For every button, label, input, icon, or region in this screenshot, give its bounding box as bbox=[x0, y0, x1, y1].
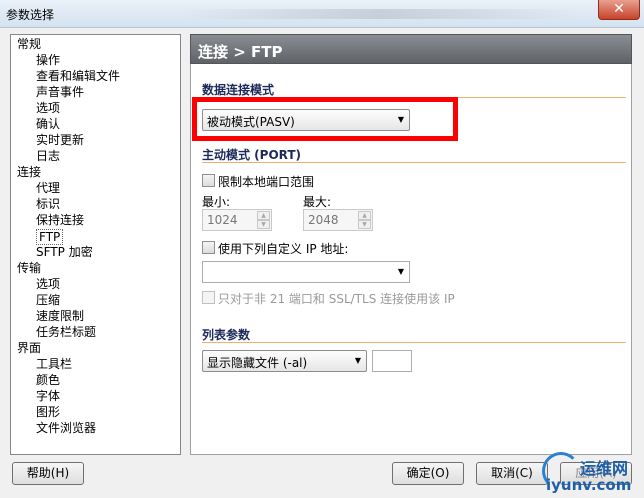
spin-up-icon[interactable]: ▲ bbox=[358, 211, 371, 220]
tree-item[interactable]: 颜色 bbox=[36, 373, 60, 387]
min-port-value: 1024 bbox=[207, 213, 238, 227]
max-port-value: 2048 bbox=[308, 213, 339, 227]
tree-category[interactable]: 传输 bbox=[17, 261, 41, 275]
tree-item[interactable]: 选项 bbox=[36, 101, 60, 115]
tree-item[interactable]: 声音事件 bbox=[36, 85, 84, 99]
limit-port-range-checkbox[interactable] bbox=[202, 174, 215, 187]
custom-ip-dropdown[interactable]: ▼ bbox=[202, 261, 410, 283]
list-params-dropdown[interactable]: 显示隐藏文件 (-al) ▼ bbox=[202, 350, 367, 372]
tree-item[interactable]: 日志 bbox=[36, 149, 60, 163]
chevron-down-icon: ▼ bbox=[354, 356, 361, 365]
tree-item[interactable]: 图形 bbox=[36, 405, 60, 419]
tree-category[interactable]: 常规 bbox=[17, 37, 41, 51]
tree-item[interactable]: 实时更新 bbox=[36, 133, 84, 147]
tree-item[interactable]: 代理 bbox=[36, 181, 60, 195]
data-mode-title: 数据连接模式 bbox=[202, 83, 275, 97]
watermark-logo: 运维网 iyunv.com bbox=[540, 450, 644, 498]
tree-item[interactable]: 选项 bbox=[36, 277, 60, 291]
tree-item[interactable]: 工具栏 bbox=[36, 357, 72, 371]
tree-item[interactable]: FTP bbox=[36, 229, 64, 245]
min-port-label: 最小: bbox=[202, 195, 231, 209]
close-button[interactable]: ✕ bbox=[598, 0, 640, 20]
panel-header: 连接 > FTP bbox=[190, 34, 632, 64]
window-titlebar: 参数选择 ✕ bbox=[0, 0, 644, 28]
custom-ip-label: 使用下列自定义 IP 地址: bbox=[218, 242, 349, 256]
watermark-line2: iyunv.com bbox=[546, 476, 632, 494]
tree-category[interactable]: 连接 bbox=[17, 165, 41, 179]
active-mode-rule bbox=[202, 162, 626, 163]
tree-item[interactable]: SFTP 加密 bbox=[36, 245, 93, 259]
spin-down-icon[interactable]: ▼ bbox=[358, 220, 371, 229]
tree-item[interactable]: 字体 bbox=[36, 389, 60, 403]
custom-ip-checkbox[interactable] bbox=[202, 241, 215, 254]
cancel-button[interactable]: 取消(C) bbox=[476, 462, 548, 485]
tree-item[interactable]: 速度限制 bbox=[36, 309, 84, 323]
tree-item[interactable]: 操作 bbox=[36, 53, 60, 67]
category-tree[interactable]: 常规 操作 查看和编辑文件 声音事件 选项 确认 实时更新 日志 连接 代理 标识 保持连接 FTP SF… bbox=[10, 34, 181, 455]
min-port-spinner[interactable]: 1024 ▲ ▼ bbox=[202, 209, 272, 231]
tree-item[interactable]: 查看和编辑文件 bbox=[36, 69, 120, 83]
tree-item[interactable]: 确认 bbox=[36, 117, 60, 131]
list-params-title: 列表参数 bbox=[202, 328, 251, 342]
spin-up-icon[interactable]: ▲ bbox=[257, 211, 270, 220]
help-button[interactable]: 帮助(H) bbox=[12, 462, 84, 485]
chevron-down-icon: ▼ bbox=[397, 267, 404, 276]
list-params-extra-input[interactable] bbox=[372, 350, 412, 372]
max-port-label: 最大: bbox=[303, 195, 332, 209]
tree-item[interactable]: 压缩 bbox=[36, 293, 60, 307]
tree-item[interactable]: 文件浏览器 bbox=[36, 421, 96, 435]
only-non21-checkbox[interactable] bbox=[202, 291, 215, 304]
tree-item[interactable]: 保持连接 bbox=[36, 213, 84, 227]
highlight-box bbox=[192, 97, 458, 141]
spin-down-icon[interactable]: ▼ bbox=[257, 220, 270, 229]
tree-item[interactable]: 标识 bbox=[36, 197, 60, 211]
active-mode-title: 主动模式 (PORT) bbox=[202, 148, 302, 162]
titlebar-blur bbox=[180, 9, 580, 19]
limit-port-range-label: 限制本地端口范围 bbox=[218, 175, 315, 189]
list-params-value: 显示隐藏文件 (-al) bbox=[207, 356, 308, 370]
list-params-rule bbox=[202, 342, 626, 343]
tree-item[interactable]: 任务栏标题 bbox=[36, 325, 96, 339]
window-title: 参数选择 bbox=[6, 8, 55, 22]
max-port-spinner[interactable]: 2048 ▲ ▼ bbox=[303, 209, 373, 231]
tree-category[interactable]: 界面 bbox=[17, 341, 41, 355]
only-non21-label: 只对于非 21 端口和 SSL/TLS 连接使用该 IP bbox=[218, 292, 455, 306]
ok-button[interactable]: 确定(O) bbox=[392, 462, 464, 485]
